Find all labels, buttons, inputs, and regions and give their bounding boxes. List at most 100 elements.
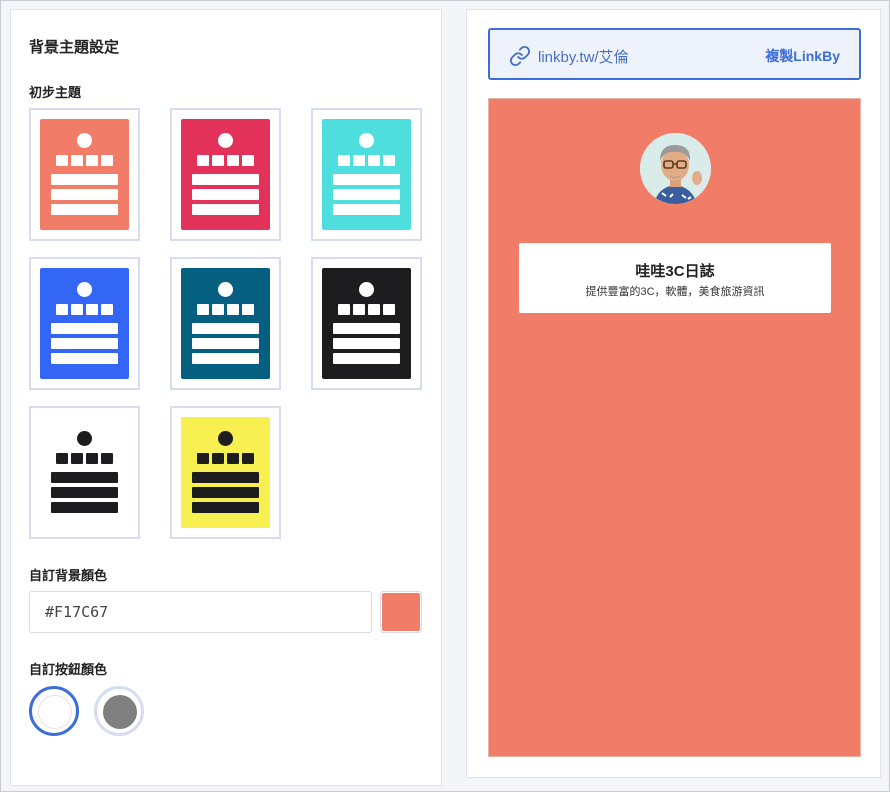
thumbnail-icon	[197, 155, 209, 166]
thumbnail-button	[333, 338, 400, 349]
thumbnail-avatar	[218, 282, 233, 297]
thumbnail-button	[51, 502, 118, 513]
profile-description: 提供豐富的3C，軟體，美食旅游資訊	[585, 286, 765, 298]
theme-option-yellow[interactable]	[170, 406, 281, 539]
thumbnail-icon	[56, 304, 68, 315]
thumbnail-icon	[197, 453, 209, 464]
thumbnail-button	[333, 174, 400, 185]
thumbnail-icon	[71, 453, 83, 464]
thumbnail-icon	[212, 155, 224, 166]
thumbnail-button	[192, 502, 259, 513]
color-dot	[103, 695, 137, 729]
thumbnail-icon	[368, 304, 380, 315]
thumbnail-icon	[227, 453, 239, 464]
thumbnail-button	[192, 323, 259, 334]
theme-settings-panel: 背景主題設定 初步主題 自訂背景顏色 #F17C67 自訂按鈕顏色	[10, 9, 442, 786]
thumbnail-icon	[101, 304, 113, 315]
profile-card[interactable]: 哇哇3C日誌 提供豐富的3C，軟體，美食旅游資訊	[519, 243, 831, 313]
thumbnail-avatar	[77, 282, 92, 297]
theme-thumbnail	[181, 119, 270, 230]
thumbnail-button	[333, 323, 400, 334]
bg-color-swatch-fill	[382, 593, 420, 631]
thumbnail-icon	[227, 304, 239, 315]
thumbnail-icon	[227, 155, 239, 166]
profile-link[interactable]: linkby.tw/艾倫	[538, 46, 629, 67]
thumbnail-icon	[383, 304, 395, 315]
link-icon	[509, 45, 531, 67]
theme-option-white[interactable]	[29, 406, 140, 539]
thumbnail-button	[51, 189, 118, 200]
theme-option-crimson[interactable]	[170, 108, 281, 241]
theme-option-turquoise[interactable]	[311, 108, 422, 241]
thumbnail-button	[333, 204, 400, 215]
thumbnail-icon	[353, 304, 365, 315]
preview-panel: linkby.tw/艾倫 複製LinkBy 哇哇3C日誌 提供豐富的3C，軟體，…	[466, 9, 881, 778]
thumbnail-button	[51, 338, 118, 349]
thumbnail-button	[192, 487, 259, 498]
thumbnail-icon	[368, 155, 380, 166]
thumbnail-button	[51, 204, 118, 215]
thumbnail-button	[333, 353, 400, 364]
thumbnail-button	[192, 204, 259, 215]
theme-thumbnail	[322, 119, 411, 230]
thumbnail-button	[192, 189, 259, 200]
thumbnail-button	[51, 472, 118, 483]
color-dot	[38, 695, 72, 729]
bg-color-input[interactable]: #F17C67	[29, 591, 372, 633]
bg-color-label: 自訂背景顏色	[29, 568, 108, 583]
theme-thumbnail	[322, 268, 411, 379]
bg-color-swatch[interactable]	[380, 591, 422, 633]
section-title: 背景主題設定	[29, 39, 120, 56]
thumbnail-icon	[86, 304, 98, 315]
thumbnail-icon	[71, 155, 83, 166]
thumbnail-avatar	[359, 133, 374, 148]
thumbnail-icon	[71, 304, 83, 315]
thumbnail-button	[51, 323, 118, 334]
thumbnail-icon	[86, 453, 98, 464]
theme-option-blue[interactable]	[29, 257, 140, 390]
theme-option-salmon[interactable]	[29, 108, 140, 241]
thumbnail-icon	[338, 304, 350, 315]
thumbnail-icon	[101, 453, 113, 464]
theme-thumbnail	[40, 119, 129, 230]
thumbnail-avatar	[218, 133, 233, 148]
thumbnail-avatar	[359, 282, 374, 297]
theme-option-black[interactable]	[311, 257, 422, 390]
thumbnail-icon	[338, 155, 350, 166]
profile-preview: 哇哇3C日誌 提供豐富的3C，軟體，美食旅游資訊	[488, 98, 861, 757]
theme-option-teal[interactable]	[170, 257, 281, 390]
preset-themes-label: 初步主題	[29, 85, 82, 100]
thumbnail-avatar	[218, 431, 233, 446]
thumbnail-button	[51, 487, 118, 498]
theme-thumbnail	[40, 268, 129, 379]
thumbnail-button	[192, 174, 259, 185]
thumbnail-button	[192, 338, 259, 349]
thumbnail-icon	[101, 155, 113, 166]
thumbnail-icon	[56, 155, 68, 166]
thumbnail-avatar	[77, 133, 92, 148]
memoji-avatar	[640, 133, 711, 204]
thumbnail-button	[192, 472, 259, 483]
button-color-gray[interactable]	[94, 686, 144, 736]
thumbnail-avatar	[77, 431, 92, 446]
thumbnail-icon	[56, 453, 68, 464]
app-frame: 背景主題設定 初步主題 自訂背景顏色 #F17C67 自訂按鈕顏色 linkby…	[0, 0, 890, 792]
thumbnail-button	[333, 189, 400, 200]
copy-link-button[interactable]: 複製LinkBy	[765, 46, 840, 66]
theme-thumbnail	[181, 417, 270, 528]
thumbnail-icon	[212, 453, 224, 464]
thumbnail-icon	[86, 155, 98, 166]
thumbnail-icon	[197, 304, 209, 315]
thumbnail-icon	[242, 453, 254, 464]
thumbnail-icon	[242, 304, 254, 315]
theme-grid	[29, 108, 429, 542]
thumbnail-button	[51, 174, 118, 185]
link-bar: linkby.tw/艾倫 複製LinkBy	[488, 28, 861, 80]
thumbnail-icon	[383, 155, 395, 166]
theme-thumbnail	[40, 417, 129, 528]
theme-thumbnail	[181, 268, 270, 379]
button-color-white[interactable]	[29, 686, 79, 736]
thumbnail-icon	[212, 304, 224, 315]
profile-name: 哇哇3C日誌	[635, 263, 715, 280]
button-color-label: 自訂按鈕顏色	[29, 662, 108, 677]
